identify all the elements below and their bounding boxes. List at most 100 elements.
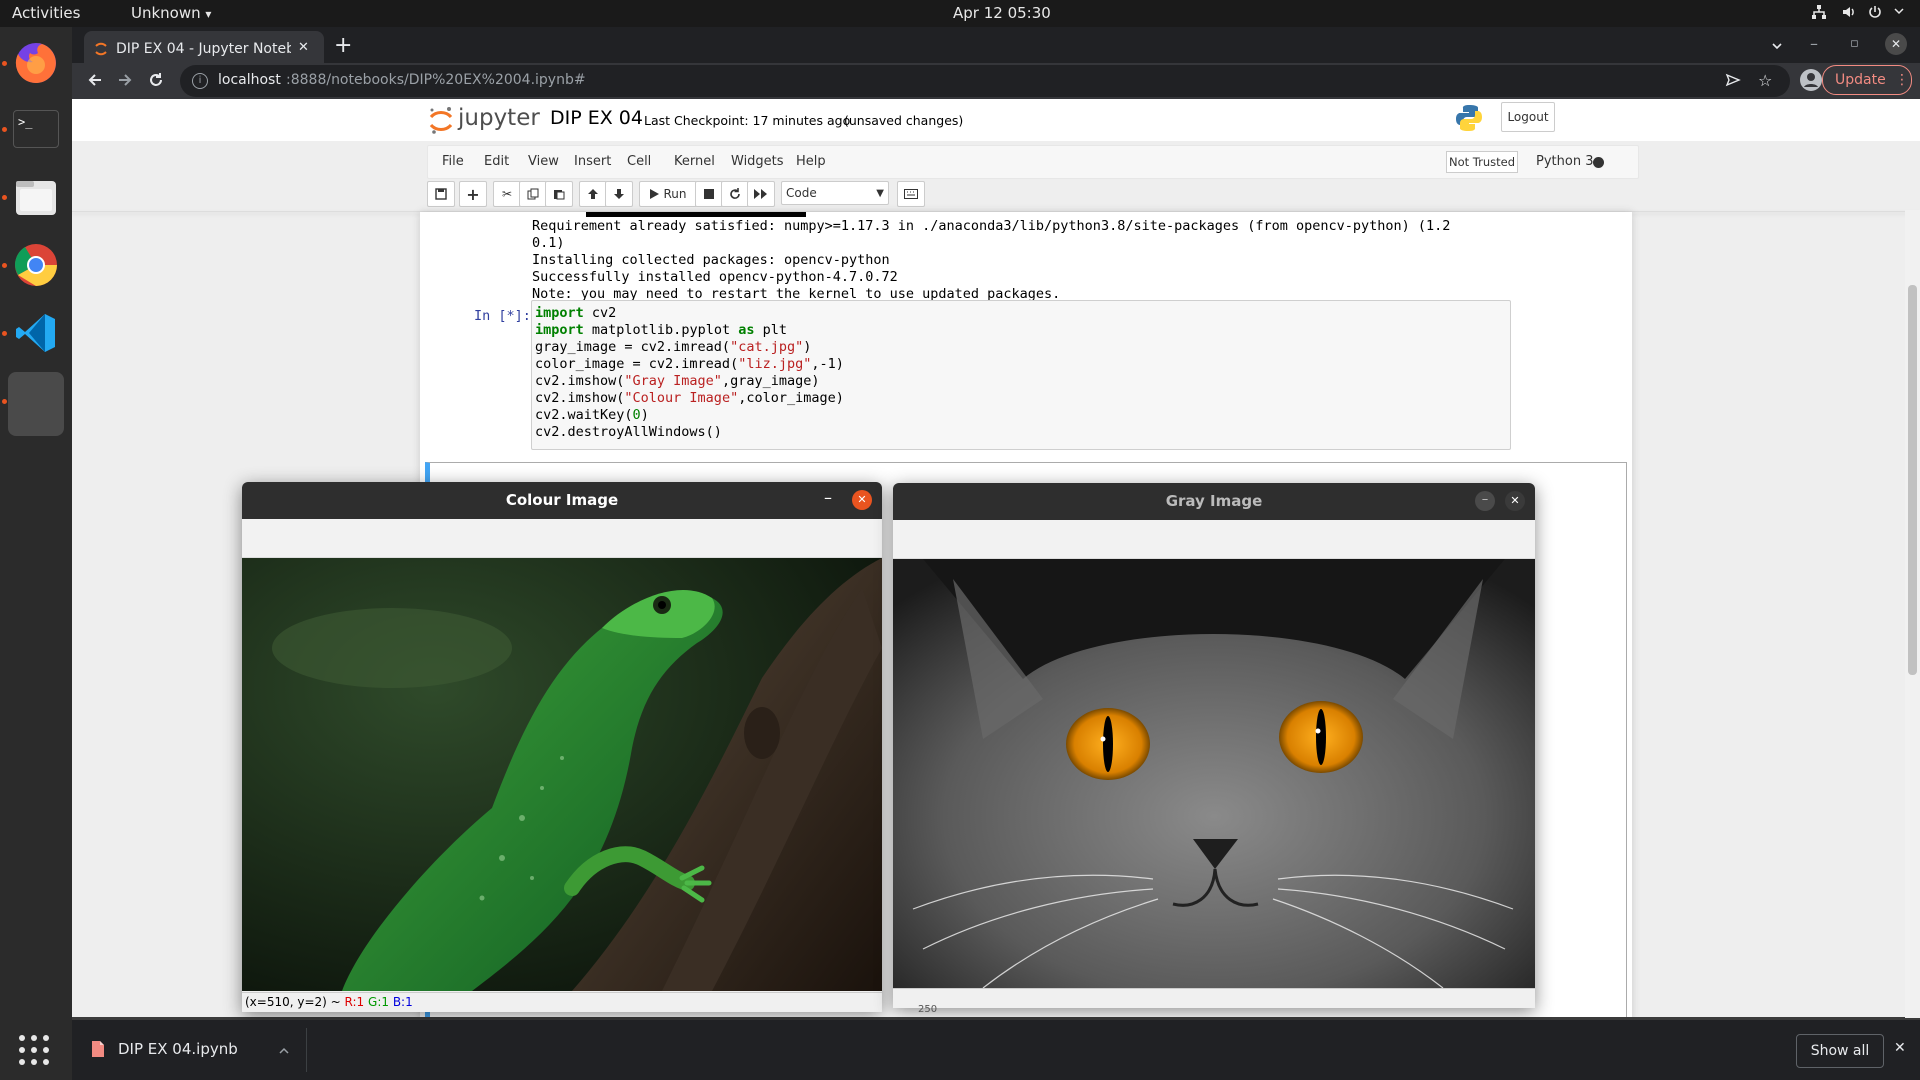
file-icon <box>92 1041 104 1061</box>
window-toolbar <box>242 519 882 558</box>
menu-kernel[interactable]: Kernel <box>674 154 715 169</box>
progress-bar-fragment <box>586 212 806 217</box>
bookmark-star-icon[interactable]: ☆ <box>1758 71 1772 90</box>
pixel-status-bar: (x=510, y=2) ~ R:1 G:1 B:1 <box>242 992 882 1012</box>
forward-icon[interactable] <box>116 71 134 93</box>
window-title[interactable]: Gray Image <box>893 483 1535 520</box>
minimize-window-icon[interactable]: – <box>1810 34 1818 53</box>
cut-icon[interactable]: ✂ <box>493 181 521 207</box>
minimize-icon[interactable]: – <box>1475 491 1495 511</box>
restore-window-icon[interactable]: ▫ <box>1850 36 1859 51</box>
jupyter-logo-text: jupyter <box>458 105 540 131</box>
update-button[interactable]: Update ⋮ <box>1822 65 1912 95</box>
chevron-down-icon: ▾ <box>205 7 212 21</box>
info-icon[interactable]: i <box>192 73 208 89</box>
window-title[interactable]: Colour Image <box>242 482 882 519</box>
reload-icon[interactable] <box>147 71 165 93</box>
omnibox[interactable]: i localhost :8888/notebooks/DIP%20EX%200… <box>180 65 1790 97</box>
python-logo-icon <box>1454 103 1484 137</box>
cell-prompt: In [*]: <box>474 308 531 324</box>
clock[interactable]: Apr 12 05:30 <box>953 4 1051 22</box>
gray-image-window[interactable]: Gray Image – ✕ <box>893 483 1535 1008</box>
kernel-name[interactable]: Python 3 <box>1536 154 1593 169</box>
menu-file[interactable]: File <box>442 154 464 169</box>
notebook-name[interactable]: DIP EX 04 <box>550 107 643 129</box>
scrollbar-thumb[interactable] <box>1908 285 1917 675</box>
notebook-menubar: File Edit View Insert Cell Kernel Widget… <box>427 145 1639 179</box>
volume-icon[interactable] <box>1840 4 1858 22</box>
page-scrollbar[interactable] <box>1905 210 1920 1018</box>
url-path: :8888/notebooks/DIP%20EX%2004.ipynb# <box>286 72 586 88</box>
chrome-icon[interactable] <box>8 237 64 293</box>
jupyter-logo[interactable] <box>429 105 453 139</box>
tab-close-icon[interactable]: ✕ <box>298 40 309 55</box>
show-all-button[interactable]: Show all <box>1796 1034 1884 1068</box>
cat-image[interactable] <box>893 559 1535 988</box>
code-editor[interactable]: import cv2 import matplotlib.pyplot as p… <box>535 305 844 441</box>
menu-edit[interactable]: Edit <box>484 154 509 169</box>
chevron-down-icon[interactable] <box>1890 4 1908 22</box>
close-icon[interactable]: ✕ <box>852 490 872 510</box>
url-host: localhost <box>218 72 281 88</box>
copy-icon[interactable] <box>519 181 547 207</box>
chevron-up-icon[interactable] <box>278 1042 290 1061</box>
files-icon[interactable] <box>8 169 64 225</box>
profile-avatar-icon[interactable] <box>1800 69 1822 91</box>
code-cell-input[interactable]: import cv2 import matplotlib.pyplot as p… <box>531 300 1511 450</box>
pip-output: Requirement already satisfied: numpy>=1.… <box>532 218 1451 302</box>
menu-insert[interactable]: Insert <box>574 154 611 169</box>
add-cell-icon[interactable]: + <box>459 181 487 207</box>
menu-view[interactable]: View <box>528 154 559 169</box>
notebook-toolbar: + ✂ Run Code ▼ <box>427 179 1637 209</box>
show-applications-icon[interactable] <box>14 1030 54 1074</box>
pixel-status-bar <box>893 988 1535 1008</box>
active-app-icon[interactable] <box>8 372 64 436</box>
cell-type-select[interactable]: Code ▼ <box>781 181 889 205</box>
back-icon[interactable] <box>86 71 104 93</box>
download-item[interactable]: DIP EX 04.ipynb <box>88 1030 278 1070</box>
network-icon[interactable] <box>1810 4 1828 22</box>
kernel-busy-icon <box>1593 157 1604 168</box>
system-top-bar: Activities Unknown ▾ Apr 12 05:30 <box>0 0 1920 27</box>
checkpoint-status: Last Checkpoint: 17 minutes ago <box>644 113 851 128</box>
restart-icon[interactable] <box>721 181 749 207</box>
window-toolbar <box>893 520 1535 559</box>
menu-help[interactable]: Help <box>796 154 826 169</box>
move-up-icon[interactable] <box>579 181 607 207</box>
dock: >_ <box>0 27 72 1080</box>
logout-button[interactable]: Logout <box>1501 102 1555 132</box>
menu-icon: ⋮ <box>1895 72 1909 88</box>
firefox-icon[interactable] <box>8 35 64 91</box>
keyboard-icon[interactable] <box>897 181 925 207</box>
interrupt-icon[interactable] <box>695 181 723 207</box>
close-downloads-icon[interactable]: ✕ <box>1894 1040 1906 1056</box>
minimize-icon[interactable]: – <box>824 488 832 507</box>
unsaved-indicator: (unsaved changes) <box>844 113 964 128</box>
jupyter-favicon-icon <box>94 42 108 56</box>
chevron-down-icon: ▼ <box>876 187 884 199</box>
downloads-bar: DIP EX 04.ipynb Show all ✕ <box>72 1020 1920 1080</box>
menu-cell[interactable]: Cell <box>627 154 651 169</box>
colour-image-window[interactable]: Colour Image – ✕ (x=510, y=2) ~ R:1 G:1 … <box>242 482 882 1012</box>
vscode-icon[interactable] <box>8 305 64 361</box>
app-menu[interactable]: Unknown ▾ <box>131 4 211 22</box>
paste-icon[interactable] <box>545 181 573 207</box>
not-trusted-button[interactable]: Not Trusted <box>1446 151 1518 173</box>
lizard-image[interactable] <box>242 558 882 991</box>
address-bar-row: i localhost :8888/notebooks/DIP%20EX%200… <box>72 63 1920 99</box>
close-window-icon[interactable]: ✕ <box>1885 33 1907 55</box>
tab-search-icon[interactable] <box>1770 38 1784 57</box>
axis-fragment-label: 250 <box>918 1004 938 1015</box>
send-icon[interactable] <box>1725 72 1741 92</box>
restart-run-all-icon[interactable] <box>747 181 775 207</box>
move-down-icon[interactable] <box>605 181 633 207</box>
menu-widgets[interactable]: Widgets <box>731 154 784 169</box>
new-tab-button[interactable]: + <box>334 33 352 58</box>
run-button[interactable]: Run <box>639 181 697 207</box>
close-icon[interactable]: ✕ <box>1505 491 1525 511</box>
terminal-icon[interactable]: >_ <box>8 101 64 157</box>
jupyter-header: jupyter DIP EX 04 Last Checkpoint: 17 mi… <box>72 99 1920 141</box>
activities-button[interactable]: Activities <box>12 4 80 22</box>
save-icon[interactable] <box>427 181 455 207</box>
power-icon[interactable] <box>1866 4 1884 22</box>
